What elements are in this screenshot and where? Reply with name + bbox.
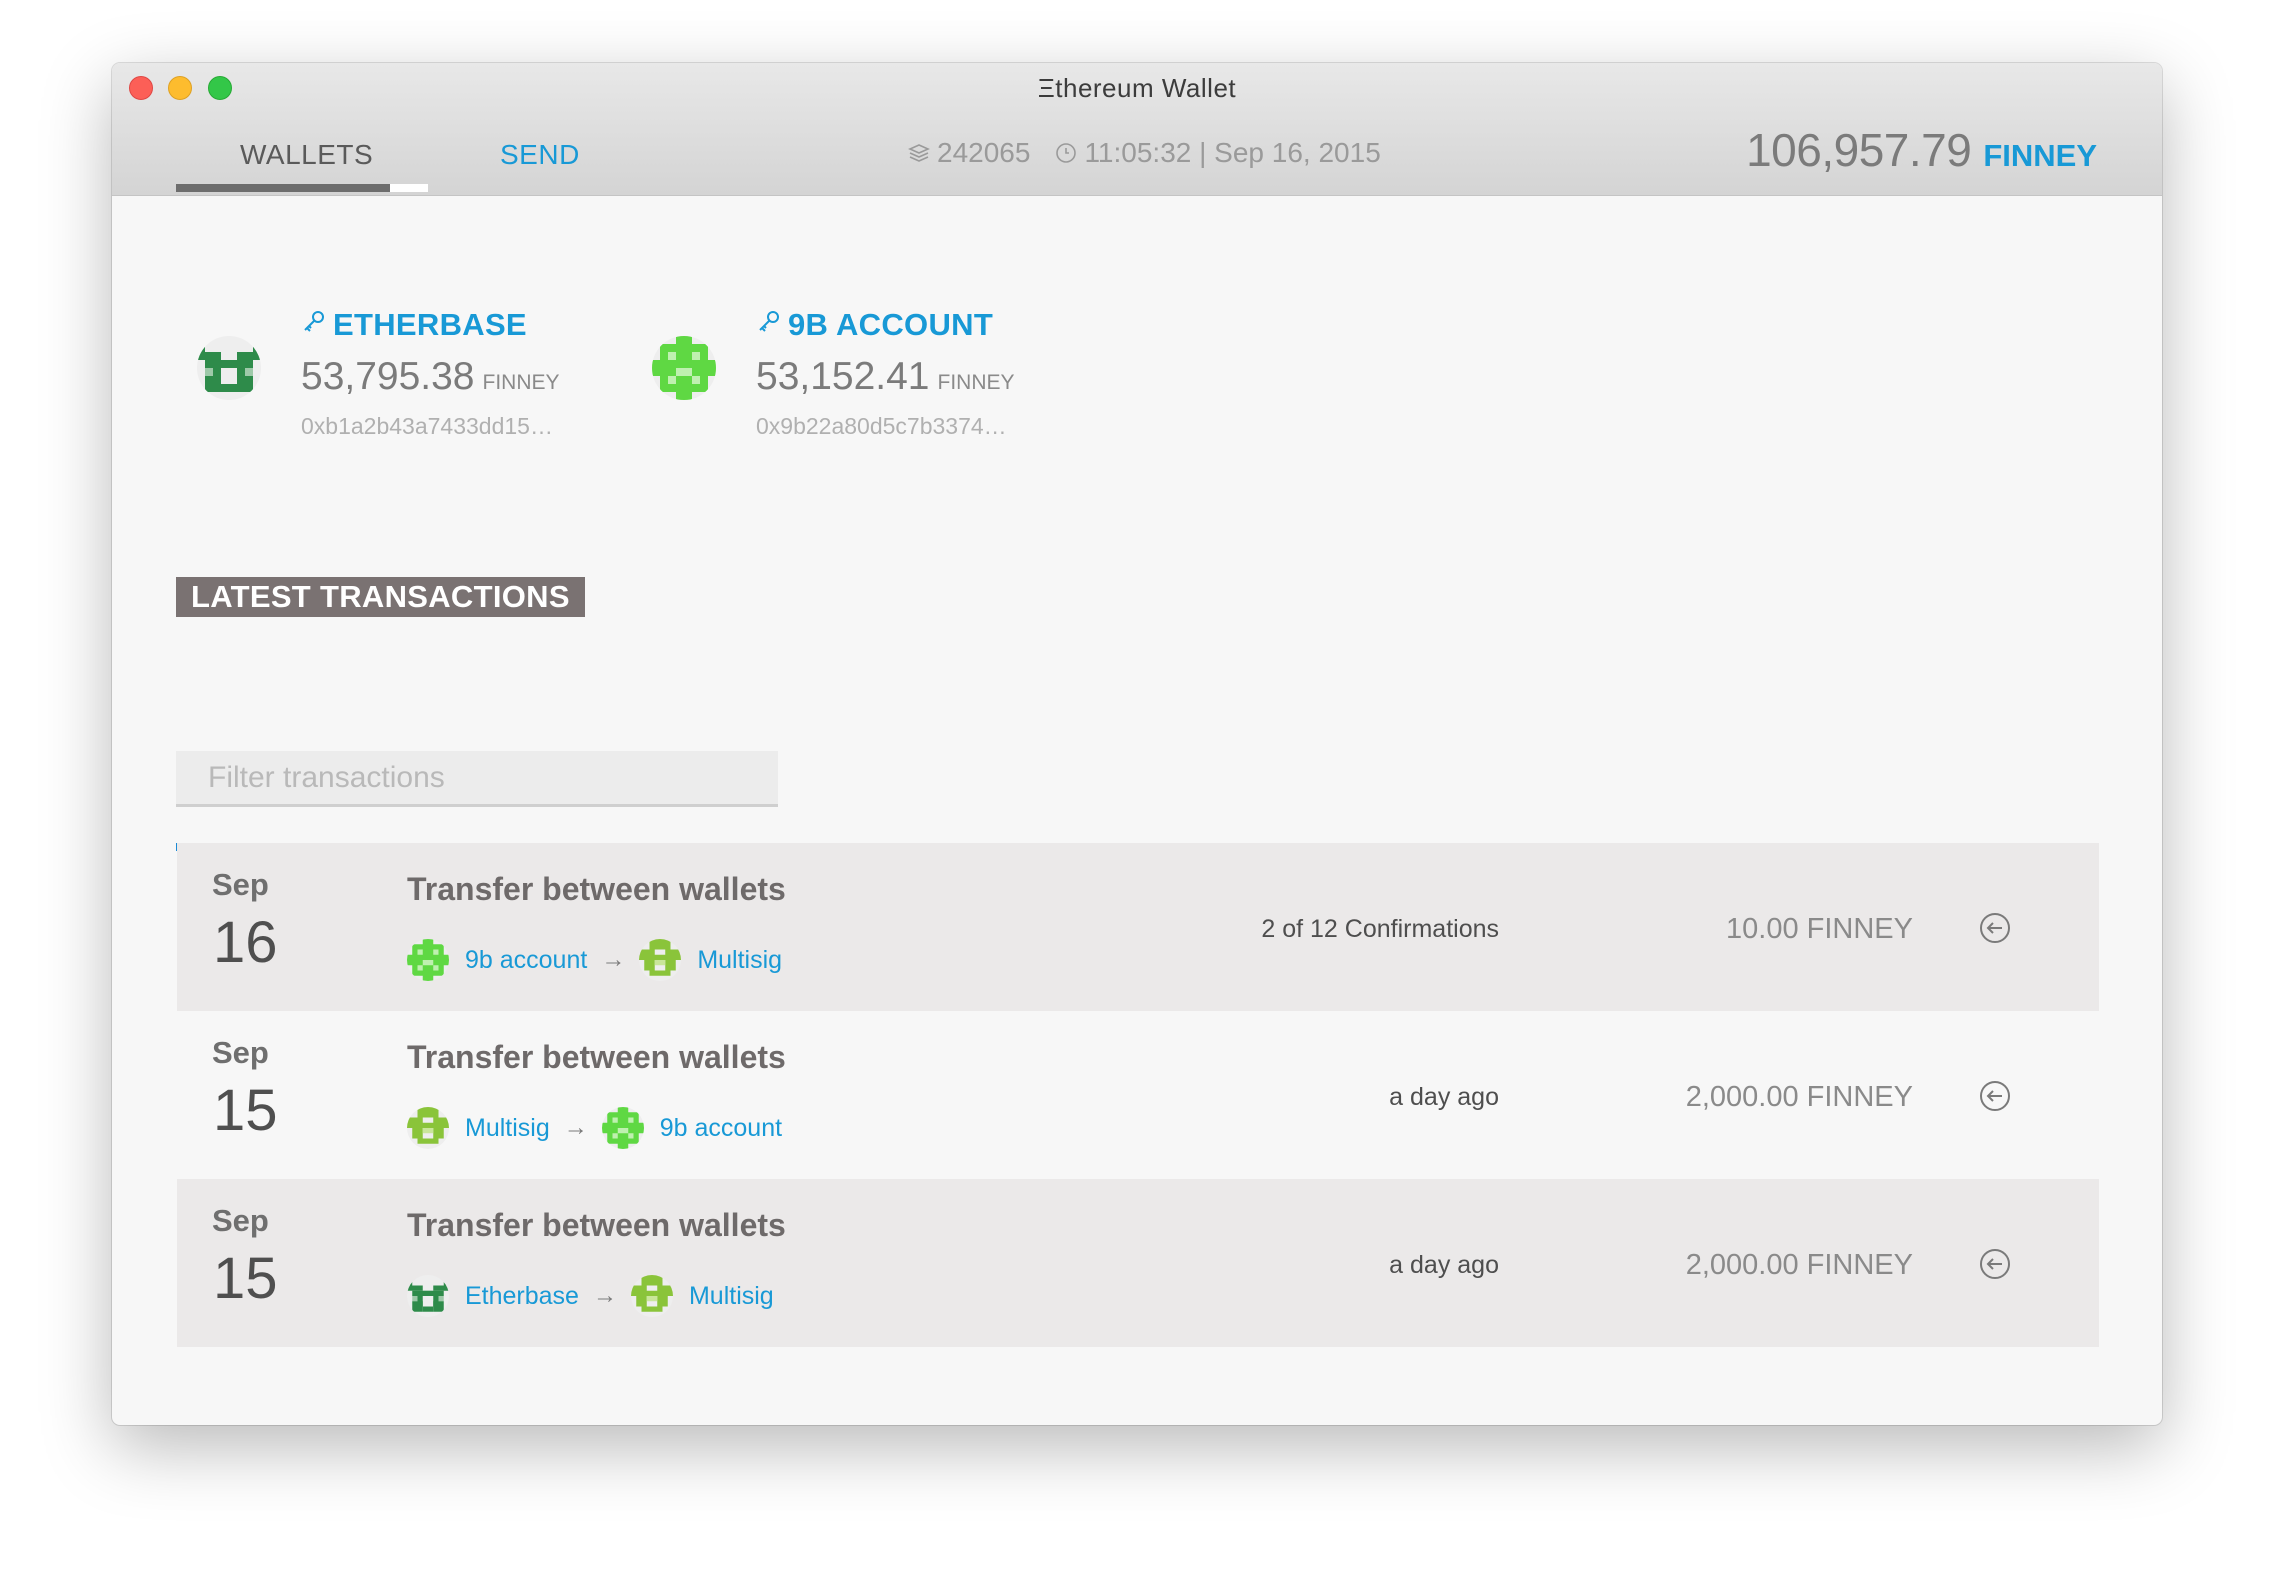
arrow-right-icon: →: [601, 946, 626, 973]
network-status: 242065 11:05:32 | Sep 16, 2015: [907, 137, 1381, 169]
tx-status: 2 of 12 Confirmations: [1261, 915, 1499, 943]
etherbase-identicon: [197, 336, 261, 400]
account-balance-unit: FINNEY: [482, 371, 560, 394]
tx-month: Sep: [212, 1203, 269, 1238]
tx-title: Transfer between wallets: [407, 871, 786, 907]
clock-icon: [1054, 141, 1078, 165]
tx-parties: Etherbase → Multisig: [407, 1275, 774, 1317]
tx-day: 15: [213, 1078, 278, 1143]
9b-account-identicon: [407, 939, 449, 981]
tx-from-link[interactable]: Etherbase: [465, 1282, 579, 1311]
tab-wallets[interactable]: WALLETS: [240, 139, 373, 171]
window-title: Ξthereum Wallet: [1037, 73, 1237, 103]
blocks-icon: [907, 141, 931, 165]
balance-unit-selector[interactable]: FINNEY: [1983, 138, 2097, 174]
tx-parties: Multisig → 9b account: [407, 1107, 782, 1149]
tx-amount: 10.00 FINNEY: [1726, 913, 1913, 945]
title-bar: Ξthereum Wallet WALLETS SEND 242065 11:0…: [112, 63, 2162, 196]
tx-title: Transfer between wallets: [407, 1207, 786, 1243]
tx-to-link[interactable]: 9b account: [660, 1114, 782, 1143]
tx-month: Sep: [212, 867, 269, 902]
arrow-left-circle-icon: [1977, 1246, 2013, 1282]
tx-month: Sep: [212, 1035, 269, 1070]
filter-transactions-input[interactable]: [176, 751, 778, 807]
key-icon: [301, 307, 327, 343]
tx-from-link[interactable]: 9b account: [465, 946, 587, 975]
arrow-left-circle-icon: [1977, 910, 2013, 946]
9b-account-identicon: [652, 336, 716, 400]
wallet-window: Ξthereum Wallet WALLETS SEND 242065 11:0…: [112, 63, 2162, 1425]
tx-from-link[interactable]: Multisig: [465, 1114, 550, 1143]
account-balance: 53,795.38: [301, 355, 475, 398]
etherbase-identicon: [407, 1275, 449, 1317]
arrow-right-icon: →: [563, 1114, 588, 1141]
tx-status: a day ago: [1389, 1251, 1499, 1279]
account-address: 0xb1a2b43a7433dd15…: [301, 413, 553, 439]
block-number: 242065: [937, 137, 1031, 168]
tx-day: 15: [213, 1246, 278, 1311]
multisig-identicon: [639, 939, 681, 981]
9b-account-identicon: [602, 1107, 644, 1149]
tx-to-link[interactable]: Multisig: [689, 1282, 774, 1311]
account-address: 0x9b22a80d5c7b3374…: [756, 413, 1007, 439]
account-name: 9B ACCOUNT: [788, 307, 994, 342]
account-9b[interactable]: 9B ACCOUNT 53,152.41 FINNEY 0x9b22a80d5c…: [652, 303, 1072, 443]
transaction-row[interactable]: Sep 15 Transfer between wallets Multisig…: [177, 1011, 2099, 1179]
key-icon: [756, 307, 782, 343]
tx-to-link[interactable]: Multisig: [697, 946, 782, 975]
tx-amount: 2,000.00 FINNEY: [1685, 1081, 1913, 1113]
account-balance-unit: FINNEY: [937, 371, 1015, 394]
account-balance: 53,152.41: [756, 355, 930, 398]
tx-status: a day ago: [1389, 1083, 1499, 1111]
account-name: ETHERBASE: [333, 307, 527, 342]
active-tab-indicator: [176, 184, 390, 192]
total-balance-value: 106,957.79: [1746, 124, 1972, 176]
tx-day: 16: [213, 910, 278, 975]
arrow-left-circle-icon: [1977, 1078, 2013, 1114]
multisig-identicon: [631, 1275, 673, 1317]
tx-amount: 2,000.00 FINNEY: [1685, 1249, 1913, 1281]
transaction-row[interactable]: Sep 16 Transfer between wallets 9b accou…: [177, 843, 2099, 1011]
account-etherbase[interactable]: ETHERBASE 53,795.38 FINNEY 0xb1a2b43a743…: [197, 303, 617, 443]
latest-transactions-heading: LATEST TRANSACTIONS: [176, 577, 585, 617]
total-balance: 106,957.79 FINNEY: [1746, 123, 2097, 177]
transaction-row[interactable]: Sep 15 Transfer between wallets Etherbas…: [177, 1179, 2099, 1347]
multisig-identicon: [407, 1107, 449, 1149]
tx-parties: 9b account → Multisig: [407, 939, 782, 981]
arrow-right-icon: →: [592, 1282, 617, 1309]
block-timestamp: 11:05:32 | Sep 16, 2015: [1084, 137, 1381, 168]
tx-title: Transfer between wallets: [407, 1039, 786, 1075]
tab-send[interactable]: SEND: [500, 139, 580, 171]
